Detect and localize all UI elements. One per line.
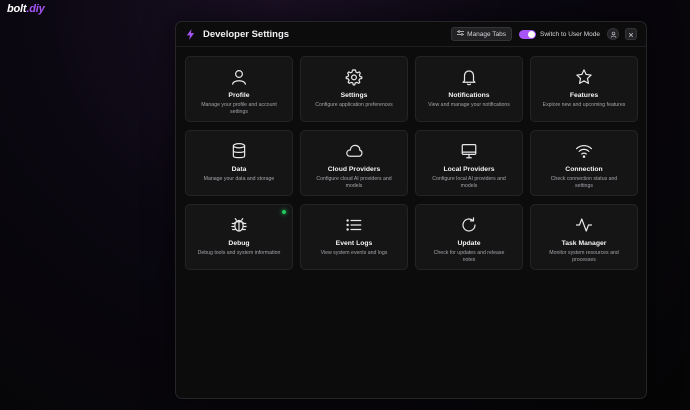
tab-card-title: Connection	[565, 166, 603, 173]
user-icon	[229, 67, 249, 87]
tab-card-title: Settings	[340, 92, 368, 99]
tab-card-description: Manage your data and storage	[203, 176, 275, 182]
activity-icon	[574, 215, 594, 235]
manage-tabs-button[interactable]: Manage Tabs	[451, 27, 513, 41]
dialog-title: Developer Settings	[203, 28, 290, 40]
tab-card-settings[interactable]: Settings Configure application preferenc…	[300, 56, 408, 122]
tab-card-description: Configure local AI providers and models	[432, 176, 506, 189]
close-button[interactable]	[625, 28, 637, 40]
tab-card-local-providers[interactable]: Local Providers Configure local AI provi…	[415, 130, 523, 196]
active-status-indicator	[282, 210, 286, 214]
tab-card-description: Check for updates and release notes	[433, 250, 505, 263]
tab-card-update[interactable]: Update Check for updates and release not…	[415, 204, 523, 270]
settings-tab-grid: Profile Manage your profile and account …	[185, 56, 638, 270]
tab-card-description: Monitor system resources and processes	[549, 250, 619, 263]
tab-card-description: Configure cloud AI providers and models	[316, 176, 392, 189]
close-icon	[628, 25, 634, 43]
app-logo[interactable]: bolt.diy	[7, 3, 45, 15]
gear-icon	[344, 67, 364, 87]
tab-card-description: Debug tools and system information	[197, 250, 281, 256]
tab-card-profile[interactable]: Profile Manage your profile and account …	[185, 56, 293, 122]
wifi-icon	[574, 141, 594, 161]
tab-card-debug[interactable]: Debug Debug tools and system information	[185, 204, 293, 270]
developer-settings-dialog: Developer Settings Manage Tabs Switch to…	[175, 21, 647, 399]
tab-card-title: Update	[457, 240, 481, 247]
tab-card-description: Check connection status and settings	[550, 176, 618, 189]
user-mode-toggle[interactable]	[519, 29, 537, 39]
tab-card-features[interactable]: Features Explore new and upcoming featur…	[530, 56, 638, 122]
tab-card-title: Cloud Providers	[327, 166, 381, 173]
list-icon	[344, 215, 364, 235]
tab-card-cloud-providers[interactable]: Cloud Providers Configure cloud AI provi…	[300, 130, 408, 196]
manage-tabs-label: Manage Tabs	[467, 30, 507, 38]
dialog-header: Developer Settings Manage Tabs Switch to…	[176, 22, 646, 47]
tab-card-notifications[interactable]: Notifications View and manage your notif…	[415, 56, 523, 122]
user-avatar-icon	[610, 25, 617, 43]
tab-card-description: Explore new and upcoming features	[542, 102, 626, 108]
tab-card-title: Task Manager	[561, 240, 607, 247]
bug-icon	[229, 215, 249, 235]
database-icon	[229, 141, 249, 161]
tab-card-title: Event Logs	[335, 240, 373, 247]
bolt-icon	[186, 28, 195, 40]
star-icon	[574, 67, 594, 87]
user-mode-toggle-label: Switch to User Mode	[540, 30, 600, 38]
tab-card-description: Manage your profile and account settings	[201, 102, 277, 115]
logo-text-prefix: bolt	[7, 3, 27, 15]
bell-icon	[459, 67, 479, 87]
tab-card-title: Profile	[228, 92, 250, 99]
sliders-icon	[457, 30, 465, 38]
tab-card-description: View and manage your notifications	[428, 102, 510, 108]
tab-card-title: Data	[231, 166, 247, 173]
tab-card-event-logs[interactable]: Event Logs View system events and logs	[300, 204, 408, 270]
cloud-icon	[344, 141, 364, 161]
tab-card-title: Debug	[228, 240, 250, 247]
tab-card-description: Configure application preferences	[315, 102, 393, 108]
tab-card-data[interactable]: Data Manage your data and storage	[185, 130, 293, 196]
tab-card-description: View system events and logs	[320, 250, 388, 256]
tab-card-task-manager[interactable]: Task Manager Monitor system resources an…	[530, 204, 638, 270]
tab-card-connection[interactable]: Connection Check connection status and s…	[530, 130, 638, 196]
tab-card-title: Notifications	[448, 92, 490, 99]
logo-text-suffix: .diy	[26, 3, 45, 15]
refresh-icon	[459, 215, 479, 235]
tab-card-title: Local Providers	[443, 166, 495, 173]
monitor-icon	[459, 141, 479, 161]
tab-card-title: Features	[569, 92, 599, 99]
avatar-button[interactable]	[607, 28, 619, 40]
